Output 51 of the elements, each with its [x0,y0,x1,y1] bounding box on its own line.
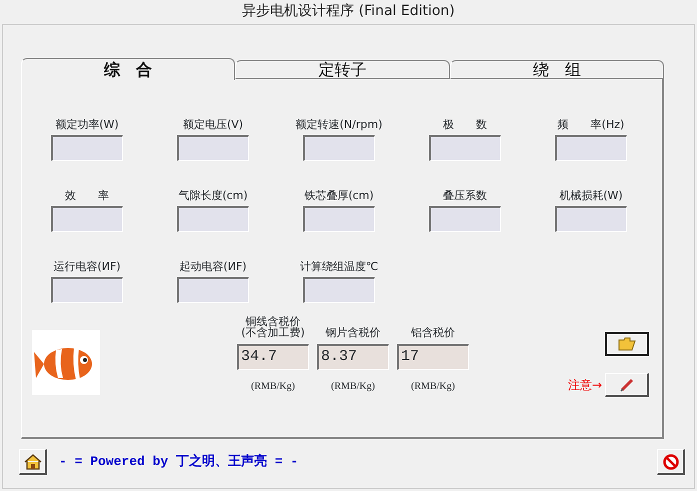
input-field[interactable] [51,277,123,303]
field-label: 机械损耗(W) [559,188,623,204]
folder-icon [618,337,636,351]
input-field[interactable] [303,277,375,303]
pencil-icon [618,376,634,392]
field-label: 叠压系数 [443,188,487,204]
home-button[interactable] [19,449,47,475]
unit-label: (RMB/Kg) [411,380,455,394]
note-label: 注意→ [568,377,602,394]
unit-label: (RMB/Kg) [331,380,375,394]
field-label: 效 率 [65,188,109,204]
price-label: 铜线含税价 [246,316,300,327]
field-label: 运行电容(ИF) [53,259,121,275]
window-title: 异步电机设计程序 (Final Edition) [241,2,456,21]
input-field[interactable] [51,206,123,232]
input-field[interactable]: 34.7 [237,344,309,370]
field-label: 气隙长度(cm) [178,188,248,204]
field-label: 额定电压(V) [182,117,244,133]
price-label: 铝含税价 [411,327,455,338]
input-field[interactable] [303,135,375,161]
input-field[interactable] [555,135,627,161]
input-field[interactable]: 8.37 [317,344,389,370]
tab[interactable]: 综 合 [21,58,236,80]
input-field[interactable] [429,206,501,232]
pencil-button[interactable] [605,373,649,397]
field-label: 额定转速(N/rpm) [296,117,382,133]
price-label: 钢片含税价 [326,327,380,338]
input-field[interactable] [429,135,501,161]
field-label: 计算绕组温度℃ [300,259,378,275]
tab[interactable]: 绕 组 [450,60,664,79]
field-label: 极 数 [443,117,487,133]
fish-drawing [32,330,100,395]
input-field[interactable] [177,277,249,303]
input-field[interactable] [555,206,627,232]
input-field[interactable] [177,206,249,232]
input-field[interactable] [51,135,123,161]
field-label: 铁芯叠厚(cm) [304,188,374,204]
field-label: 频 率(Hz) [558,117,624,133]
open-folder-button[interactable] [605,332,649,356]
price-label-note: (不含加工费) [241,327,305,338]
tab[interactable]: 定转子 [235,60,450,79]
home-icon [24,454,42,470]
field-label: 额定功率(W) [55,117,119,133]
input-field[interactable] [177,135,249,161]
exit-button[interactable] [657,449,685,475]
input-field[interactable] [303,206,375,232]
input-field[interactable]: 17 [397,344,469,370]
credit-text: - = Powered by 丁之明、王声亮 = - [59,452,298,472]
unit-label: (RMB/Kg) [251,380,295,394]
no-entry-icon [662,454,678,470]
field-label: 起动电容(ИF) [179,259,247,275]
